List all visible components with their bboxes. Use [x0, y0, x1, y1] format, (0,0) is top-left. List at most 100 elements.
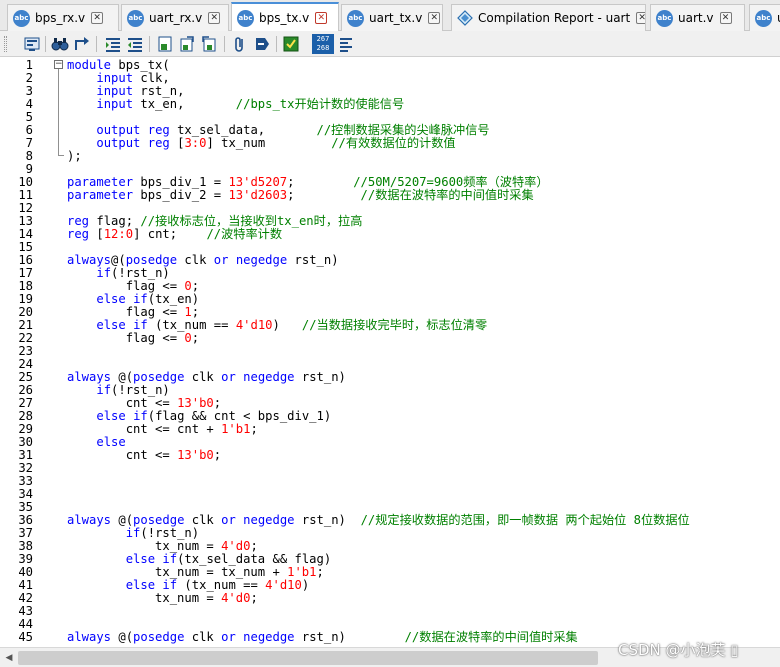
find-icon[interactable] — [51, 35, 69, 53]
close-icon[interactable]: ✕ — [315, 12, 328, 24]
plain-token: clk — [177, 253, 214, 267]
code-line[interactable]: 23 — [0, 345, 780, 358]
comment-token: //数据在波特率的中间值时采集 — [360, 188, 534, 202]
open-file-icon[interactable] — [23, 35, 41, 53]
uncomment-icon[interactable] — [282, 35, 300, 53]
tab-uart-tx[interactable]: abc uart_tx.v ✕ — [341, 4, 443, 31]
tab-label: bps_tx.v — [259, 11, 310, 25]
scroll-left-icon[interactable]: ◀ — [1, 650, 17, 666]
toggle-whitespace-icon[interactable] — [337, 35, 355, 53]
keyword-token: if — [133, 318, 148, 332]
keyword-token: or — [213, 253, 229, 267]
number-token: 1'b1 — [221, 422, 251, 436]
plain-token: flag <= — [67, 305, 185, 319]
bookmark-icon[interactable] — [178, 35, 196, 53]
code-line[interactable]: 33 — [0, 475, 780, 488]
number-token: 13'b0 — [177, 396, 214, 410]
code-line[interactable]: 14 reg [12:0] cnt; //波特率计数 — [0, 228, 780, 241]
attach-icon[interactable] — [231, 35, 249, 53]
plain-token: ; — [191, 305, 200, 319]
code-line[interactable]: 43 — [0, 605, 780, 618]
plain-token: tx_sel_data, — [169, 123, 317, 137]
code-text: parameter bps_div_2 = 13'd2603; //数据在波特率… — [67, 189, 534, 202]
plain-token: rst_n) — [287, 253, 339, 267]
code-line[interactable]: 42 tx_num = 4'd0; — [0, 592, 780, 605]
code-line[interactable]: 22 flag <= 0; — [0, 332, 780, 345]
plain-token: tx_en, — [133, 97, 236, 111]
toolbar-separator — [96, 36, 97, 52]
code-line[interactable]: 8); — [0, 150, 780, 163]
plain-token: ; — [191, 279, 200, 293]
toolbar-grip[interactable] — [4, 36, 7, 52]
close-icon[interactable]: ✕ — [208, 12, 221, 24]
comment-icon[interactable] — [253, 35, 271, 53]
keyword-token: if — [162, 578, 178, 592]
keyword-token: parameter — [67, 175, 134, 189]
line-number-icon[interactable]: 267 268 — [312, 34, 334, 54]
keyword-token: parameter — [67, 188, 134, 202]
code-text: output reg [3:0] tx_num //有效数据位的计数值 — [67, 137, 455, 150]
previous-bookmark-icon[interactable] — [200, 35, 218, 53]
code-line[interactable]: 32 — [0, 462, 780, 475]
report-icon — [457, 10, 473, 26]
number-token: 4'd0 — [221, 591, 251, 605]
code-text: tx_num = 4'd0; — [67, 592, 258, 605]
code-text: input tx_en, //bps_tx开始计数的使能信号 — [67, 98, 404, 111]
close-icon[interactable]: ✕ — [636, 12, 645, 24]
tab-uart-rx[interactable]: abc uart_rx.v ✕ — [121, 4, 229, 31]
close-icon[interactable]: ✕ — [719, 12, 732, 24]
plain-token: ; — [250, 422, 258, 436]
plain-token: ] cnt; — [133, 227, 207, 241]
number-token: 12:0 — [103, 227, 134, 241]
close-icon[interactable]: ✕ — [428, 12, 441, 24]
tab-label: Compilation Report - uart — [478, 11, 631, 25]
number-token: 4'd10 — [265, 578, 302, 592]
plain-token: tx_num = tx_num + — [67, 565, 288, 579]
close-icon[interactable]: ✕ — [91, 12, 104, 24]
code-editor[interactable]: − 1 module bps_tx(2 input clk, 3 input rst… — [0, 57, 780, 647]
keyword-token: reg — [67, 214, 90, 228]
increase-indent-icon[interactable] — [104, 35, 122, 53]
keyword-token: negedge — [243, 370, 295, 384]
tab-bps-rx[interactable]: abc bps_rx.v ✕ — [7, 4, 119, 31]
plain-token: ) — [272, 318, 302, 332]
plain-token: @( — [111, 253, 126, 267]
insert-template-icon[interactable] — [156, 35, 174, 53]
plain-token: flag; — [89, 214, 141, 228]
code-line[interactable]: 11 parameter bps_div_2 = 13'd2603; //数据在波… — [0, 189, 780, 202]
plain-token: ; — [287, 188, 361, 202]
plain-token: (tx_num == — [177, 578, 266, 592]
code-line[interactable]: 7 output reg [3:0] tx_num //有效数据位的计数值 — [0, 137, 780, 150]
plain-token: ; — [191, 331, 200, 345]
plain-token: ) — [301, 578, 310, 592]
plain-token: (!rst_n) — [111, 266, 170, 280]
tab-overflow[interactable]: abc u — [749, 4, 780, 31]
code-line[interactable]: 4 input tx_en, //bps_tx开始计数的使能信号 — [0, 98, 780, 111]
scrollbar-thumb[interactable] — [18, 651, 598, 665]
number-token: 4'd10 — [235, 318, 273, 332]
keyword-token: or — [221, 630, 236, 644]
code-line[interactable]: 31 cnt <= 13'b0; — [0, 449, 780, 462]
plain-token: cnt <= — [67, 448, 178, 462]
find-next-icon[interactable] — [73, 35, 91, 53]
comment-token: //当数据接收完毕时，标志位清零 — [301, 318, 488, 332]
decrease-indent-icon[interactable] — [126, 35, 144, 53]
tab-compilation-report[interactable]: Compilation Report - uart ✕ — [451, 4, 646, 31]
plain-token: ; — [287, 175, 354, 189]
plain-token: bps_tx( — [111, 58, 170, 72]
verilog-file-icon: abc — [127, 9, 144, 27]
tab-uart[interactable]: abc uart.v ✕ — [650, 4, 745, 31]
plain-token: (tx_sel_data && flag) — [177, 552, 332, 566]
plain-token: bps_div_2 = — [133, 188, 229, 202]
code-line[interactable]: 34 — [0, 488, 780, 501]
tab-bps-tx[interactable]: abc bps_tx.v ✕ — [231, 2, 339, 32]
file-tab-bar: abc bps_rx.v ✕ abc uart_rx.v ✕ abc bps_t… — [0, 0, 780, 32]
